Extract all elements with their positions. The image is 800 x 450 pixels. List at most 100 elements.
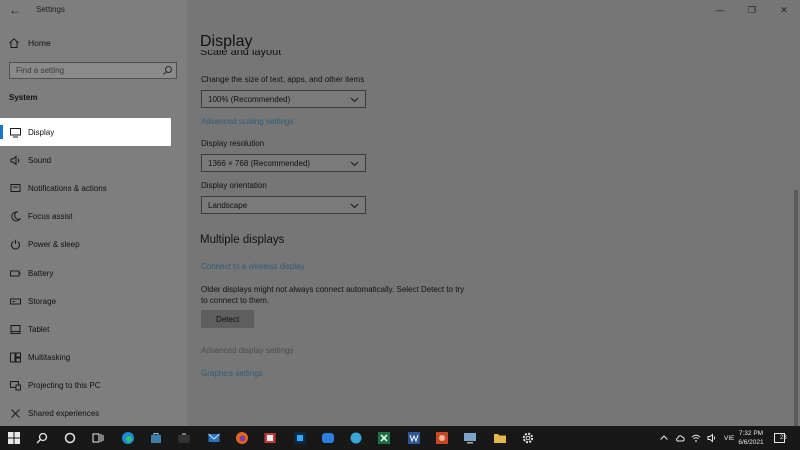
clock-time: 7:32 PM — [738, 430, 764, 437]
battery-icon — [10, 270, 21, 277]
search-box[interactable] — [9, 62, 177, 79]
taskbar-app-pc[interactable] — [460, 428, 480, 448]
system-tray: VIE — [656, 426, 738, 450]
excel-icon — [378, 432, 390, 444]
taskbar-search-button[interactable] — [32, 428, 52, 448]
scale-dropdown[interactable]: 100% (Recommended) — [201, 90, 366, 108]
taskbar-app-briefcase[interactable] — [174, 428, 194, 448]
wireless-display-link[interactable]: Connect to a wireless display — [201, 262, 305, 271]
sidebar: ← Settings Home System Display — [0, 0, 187, 426]
taskbar-app-photoshop[interactable] — [290, 428, 310, 448]
multiple-displays-heading: Multiple displays — [200, 234, 285, 246]
taskbar-app-2[interactable] — [346, 428, 366, 448]
page-title: Display — [200, 33, 253, 50]
sidebar-item-battery[interactable]: Battery — [0, 259, 187, 287]
zalo-icon — [322, 433, 334, 443]
sidebar-item-shared-experiences[interactable]: Shared experiences — [0, 400, 187, 428]
advanced-display-settings-link[interactable]: Advanced display settings — [201, 346, 294, 355]
chevron-up-icon[interactable] — [659, 433, 669, 443]
taskbar-app-zalo[interactable] — [318, 428, 338, 448]
volume-icon[interactable] — [707, 433, 717, 443]
sidebar-item-label: Focus assist — [28, 212, 73, 222]
home-label: Home — [28, 38, 51, 48]
search-icon[interactable] — [162, 65, 173, 76]
sidebar-item-display[interactable]: Display — [0, 118, 171, 147]
advanced-scaling-link[interactable]: Advanced scaling settings — [201, 117, 294, 126]
detect-button[interactable]: Detect — [201, 310, 254, 328]
cortana-button[interactable] — [60, 428, 80, 448]
cloud-icon[interactable] — [675, 433, 685, 443]
taskbar-app-mail[interactable] — [204, 428, 224, 448]
main-content: — ❐ ✕ Scale and layout Display Change th… — [187, 0, 800, 426]
orientation-dropdown[interactable]: Landscape — [201, 196, 366, 214]
sidebar-item-label: Multitasking — [28, 353, 71, 363]
chevron-down-icon — [350, 97, 359, 103]
sidebar-item-label: Tablet — [28, 324, 50, 334]
taskbar-app-1[interactable] — [260, 428, 280, 448]
sidebar-item-label: Display — [28, 127, 55, 137]
app-icon — [350, 432, 362, 444]
resolution-value: 1366 × 768 (Recommended) — [208, 158, 311, 168]
folder-icon — [494, 434, 506, 443]
taskbar-app-folder[interactable] — [490, 428, 510, 448]
taskbar-app-powerpoint[interactable] — [432, 428, 452, 448]
scale-label: Change the size of text, apps, and other… — [201, 75, 365, 84]
home-nav-item[interactable]: Home — [8, 36, 51, 50]
store-bag-icon — [151, 433, 161, 443]
task-view-button[interactable] — [88, 428, 108, 448]
notification-count: 23 — [780, 435, 787, 441]
clock[interactable]: 7:32 PM 6/6/2021 — [736, 429, 766, 447]
resolution-label: Display resolution — [201, 139, 265, 148]
scrollbar[interactable] — [794, 190, 798, 426]
start-button[interactable] — [4, 428, 24, 448]
sidebar-item-multitasking[interactable]: Multitasking — [0, 344, 187, 372]
mail-icon — [208, 433, 220, 442]
notification-icon — [10, 183, 21, 192]
speaker-icon — [10, 155, 20, 166]
scale-value: 100% (Recommended) — [208, 94, 291, 104]
sidebar-item-label: Shared experiences — [28, 409, 100, 419]
taskbar-app-firefox[interactable] — [232, 428, 252, 448]
word-icon — [408, 432, 420, 444]
sidebar-item-label: Sound — [28, 155, 52, 165]
briefcase-icon — [178, 433, 190, 443]
section-label-system: System — [9, 93, 38, 102]
sidebar-item-power-sleep[interactable]: Power & sleep — [0, 231, 187, 259]
graphics-settings-link[interactable]: Graphics settings — [201, 369, 263, 378]
sidebar-item-tablet[interactable]: Tablet — [0, 315, 187, 343]
taskbar-app-settings[interactable] — [518, 428, 538, 448]
search-icon — [36, 432, 48, 444]
sidebar-item-projecting[interactable]: Projecting to this PC — [0, 372, 187, 400]
sidebar-item-focus-assist[interactable]: Focus assist — [0, 203, 187, 231]
windows-start-icon — [8, 432, 20, 444]
sidebar-nav: Display Sound Notifications & actions Fo… — [0, 118, 187, 428]
close-button[interactable]: ✕ — [768, 0, 800, 20]
window-title: Settings — [36, 5, 65, 14]
sidebar-item-notifications[interactable]: Notifications & actions — [0, 174, 187, 202]
language-indicator[interactable]: VIE — [724, 435, 734, 442]
home-icon — [9, 38, 19, 48]
sidebar-item-sound[interactable]: Sound — [0, 146, 187, 174]
orientation-label: Display orientation — [201, 181, 267, 190]
shared-icon — [11, 409, 20, 419]
firefox-icon — [236, 432, 248, 444]
back-button[interactable]: ← — [6, 2, 24, 18]
taskbar-app-store[interactable] — [146, 428, 166, 448]
task-view-icon — [92, 433, 104, 443]
maximize-button[interactable]: ❐ — [736, 0, 768, 20]
pc-icon — [464, 433, 476, 444]
photoshop-icon — [294, 432, 306, 444]
taskbar-app-word[interactable] — [404, 428, 424, 448]
taskbar-app-edge[interactable] — [118, 428, 138, 448]
taskbar-app-excel[interactable] — [374, 428, 394, 448]
multitasking-icon — [10, 352, 21, 363]
action-center-button[interactable]: 23 — [774, 432, 788, 444]
sidebar-item-storage[interactable]: Storage — [0, 287, 187, 315]
settings-gear-icon — [522, 432, 534, 444]
wifi-icon[interactable] — [691, 433, 701, 443]
minimize-button[interactable]: — — [704, 0, 736, 20]
sidebar-item-label: Battery — [28, 268, 54, 278]
search-input[interactable] — [10, 63, 160, 78]
resolution-dropdown[interactable]: 1366 × 768 (Recommended) — [201, 154, 366, 172]
older-displays-text: Older displays might not always connect … — [201, 285, 465, 305]
